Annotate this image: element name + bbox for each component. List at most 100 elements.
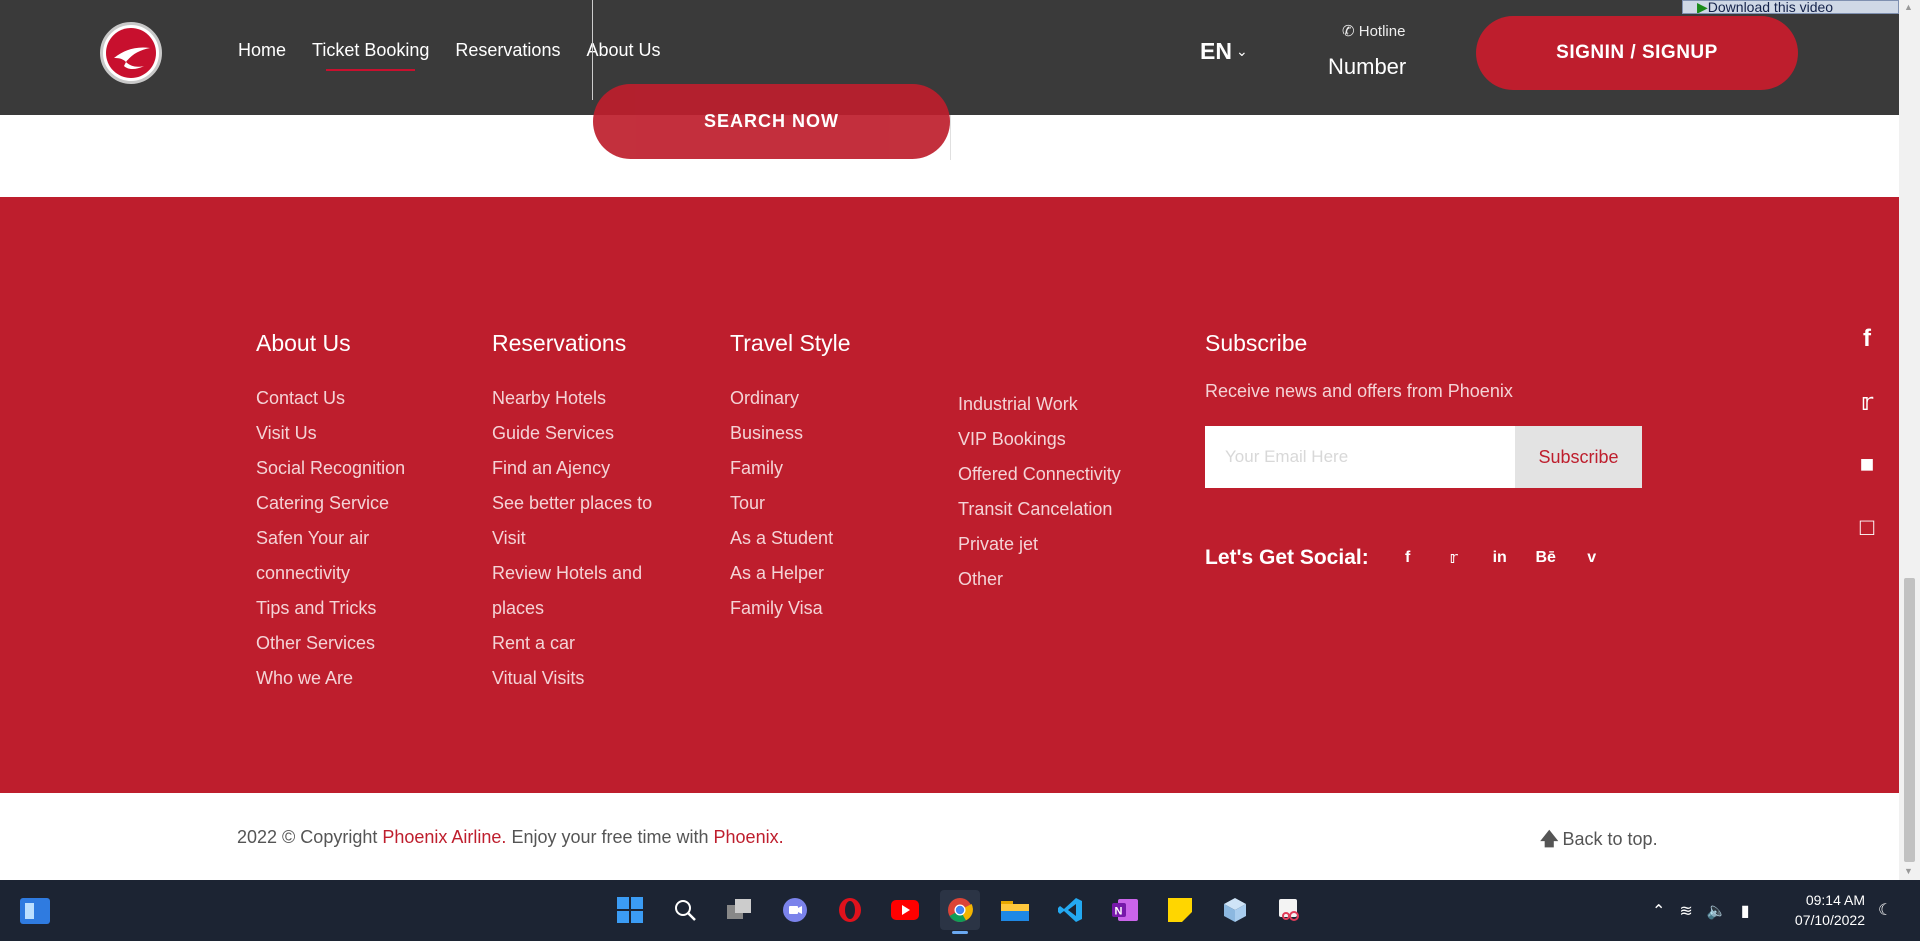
nav-about-us[interactable]: About Us	[586, 40, 660, 71]
footer-link[interactable]: Vitual Visits	[492, 661, 692, 696]
footer-link[interactable]: Family Visa	[730, 591, 930, 626]
widgets-icon[interactable]	[20, 898, 50, 924]
footer-link[interactable]: places	[492, 591, 692, 626]
footer-link[interactable]: Guide Services	[492, 416, 692, 451]
scroll-thumb[interactable]	[1904, 578, 1915, 862]
chevron-down-icon: ⌄	[1235, 43, 1248, 59]
page-scrollbar[interactable]: ▲ ▼	[1899, 0, 1920, 880]
snipping-tool-icon[interactable]	[1270, 890, 1310, 930]
scroll-down-icon[interactable]: ▼	[1904, 866, 1913, 876]
footer-link[interactable]: Family	[730, 451, 930, 486]
language-selector[interactable]: EN ⌄	[1200, 38, 1248, 65]
back-to-top-link[interactable]: 🡅 Back to top.	[1540, 827, 1658, 857]
footer-col-reservations: Reservations Nearby Hotels Guide Service…	[492, 330, 692, 696]
battery-icon[interactable]: ▮	[1741, 901, 1750, 921]
footer-link[interactable]: Transit Cancelation	[958, 492, 1178, 527]
footer-link[interactable]: Business	[730, 416, 930, 451]
file-explorer-icon[interactable]	[995, 890, 1035, 930]
footer-link[interactable]: VIP Bookings	[958, 422, 1178, 457]
twitter-icon[interactable]: 𝕣	[1852, 388, 1882, 451]
chat-icon[interactable]	[775, 890, 815, 930]
footer-link[interactable]: See better places to	[492, 486, 692, 521]
wifi-icon[interactable]: ≋	[1679, 901, 1692, 921]
footer-link[interactable]: Catering Service	[256, 486, 456, 521]
footer-heading-subscribe: Subscribe	[1205, 330, 1308, 356]
footer-link[interactable]: Other Services	[256, 626, 456, 661]
vimeo-icon[interactable]: v	[1569, 549, 1615, 567]
social-row: Let's Get Social: f 𝕣 in Bē v	[1205, 546, 1665, 570]
footer-link[interactable]: Tour	[730, 486, 930, 521]
signin-signup-button[interactable]: SIGNIN / SIGNUP	[1476, 16, 1798, 90]
footer-col-subscribe: Subscribe Receive news and offers from P…	[1205, 330, 1665, 570]
onenote-icon[interactable]: N	[1105, 890, 1145, 930]
footer-heading-reservations: Reservations	[492, 330, 627, 356]
download-video-badge[interactable]: ▶Download this video	[1682, 0, 1899, 14]
footer-link[interactable]: Nearby Hotels	[492, 381, 692, 416]
start-icon[interactable]	[610, 890, 650, 930]
footer-link[interactable]: Find an Ajency	[492, 451, 692, 486]
copyright-text: 2022 © Copyright Phoenix Airline. Enjoy …	[237, 827, 784, 847]
footer-link[interactable]: Visit	[492, 521, 692, 556]
chevron-up-icon[interactable]: ⌃	[1652, 901, 1665, 921]
phone-icon: ✆	[1342, 23, 1355, 40]
volume-icon[interactable]: 🔈	[1707, 901, 1727, 921]
focus-assist-icon[interactable]: ☾	[1878, 900, 1892, 920]
footer-heading-about: About Us	[256, 330, 351, 356]
arrow-up-icon: 🡅	[1540, 829, 1559, 849]
system-tray: ⌃ ≋ 🔈 ▮	[1652, 901, 1750, 921]
footer-link[interactable]: Tips and Tricks	[256, 591, 456, 626]
footer-link[interactable]: As a Helper	[730, 556, 930, 591]
chrome-icon[interactable]	[940, 890, 980, 934]
footer-link[interactable]: Social Recognition	[256, 451, 456, 486]
footer-link[interactable]: Industrial Work	[958, 387, 1178, 422]
main-nav: Home Ticket Booking Reservations About U…	[238, 40, 661, 71]
copyright-bar: 2022 © Copyright Phoenix Airline. Enjoy …	[0, 793, 1899, 880]
task-view-icon[interactable]	[720, 890, 760, 930]
nav-reservations[interactable]: Reservations	[455, 40, 560, 71]
twitter-icon[interactable]: 𝕣	[1431, 548, 1477, 568]
footer-link[interactable]: Rent a car	[492, 626, 692, 661]
footer-link[interactable]: Contact Us	[256, 381, 456, 416]
airline-logo[interactable]	[100, 22, 162, 84]
search-now-button[interactable]: SEARCH NOW	[593, 84, 950, 159]
search-icon[interactable]	[665, 890, 705, 930]
3d-box-icon[interactable]	[1215, 890, 1255, 930]
taskbar-clock[interactable]: 09:14 AM 07/10/2022	[1790, 890, 1865, 930]
footer-heading-travel-style: Travel Style	[730, 330, 851, 356]
hotline-number[interactable]: Number	[1328, 54, 1406, 80]
nav-home[interactable]: Home	[238, 40, 286, 71]
footer-link[interactable]: Visit Us	[256, 416, 456, 451]
linkedin-icon[interactable]: in	[1477, 549, 1523, 567]
footer-col-about: About Us Contact Us Visit Us Social Reco…	[256, 330, 456, 696]
sticky-notes-icon[interactable]	[1160, 890, 1200, 930]
subscribe-button[interactable]: Subscribe	[1515, 426, 1642, 488]
footer-link[interactable]: Private jet	[958, 527, 1178, 562]
footer-link[interactable]: Who we Are	[256, 661, 456, 696]
opera-icon[interactable]	[830, 890, 870, 930]
facebook-icon[interactable]: f	[1852, 325, 1882, 388]
clock-time: 09:14 AM	[1805, 892, 1865, 908]
footer-link[interactable]: Offered Connectivity	[958, 457, 1178, 492]
svg-text:N: N	[1115, 906, 1123, 918]
email-input[interactable]	[1205, 426, 1515, 488]
facebook-icon[interactable]: f	[1385, 549, 1431, 567]
footer-link[interactable]: As a Student	[730, 521, 930, 556]
footer-link[interactable]: Other	[958, 562, 1178, 597]
youtube-icon[interactable]	[885, 890, 925, 930]
footer-link[interactable]: Ordinary	[730, 381, 930, 416]
footer-link[interactable]: Safen Your air	[256, 521, 456, 556]
subscribe-text: Receive news and offers from Phoenix	[1205, 381, 1513, 401]
page: Home Ticket Booking Reservations About U…	[0, 0, 1899, 880]
behance-icon[interactable]: Bē	[1523, 549, 1569, 567]
brand-link[interactable]: Phoenix Airline.	[382, 827, 506, 847]
flickr-icon[interactable]: ■	[1852, 451, 1882, 514]
vscode-icon[interactable]	[1050, 890, 1090, 930]
brand-link-2[interactable]: Phoenix.	[714, 827, 784, 847]
subscribe-form: Subscribe	[1205, 426, 1642, 488]
scroll-up-icon[interactable]: ▲	[1904, 2, 1913, 12]
footer-link[interactable]: connectivity	[256, 556, 456, 591]
footer-link[interactable]: Review Hotels and	[492, 556, 692, 591]
social-label: Let's Get Social:	[1205, 546, 1369, 569]
instagram-icon[interactable]: □	[1852, 514, 1882, 577]
nav-ticket-booking[interactable]: Ticket Booking	[312, 40, 429, 71]
